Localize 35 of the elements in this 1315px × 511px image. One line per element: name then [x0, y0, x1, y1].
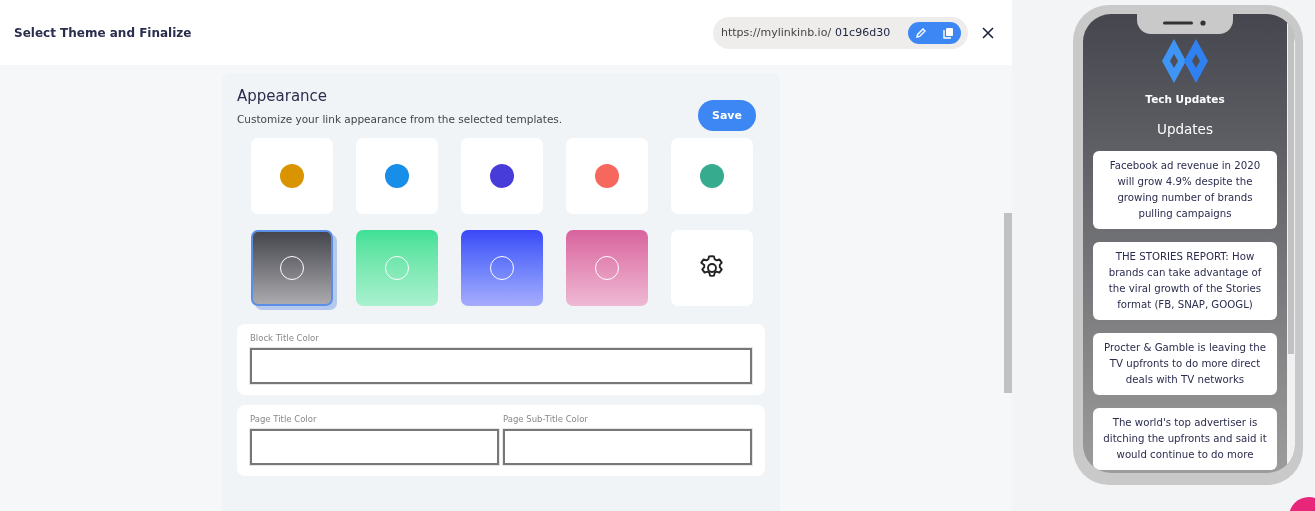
theme-swatch[interactable]	[356, 138, 438, 214]
theme-swatch[interactable]	[671, 230, 753, 306]
link-card[interactable]: The world's top advertiser is ditching the upfronts and said it would continue to do more	[1093, 408, 1277, 470]
theme-swatch[interactable]	[251, 138, 333, 214]
color-input[interactable]	[250, 348, 752, 384]
section-description: Customize your link appearance from the selected templates.	[237, 113, 563, 125]
color-input[interactable]	[503, 429, 752, 465]
link-card[interactable]: THE STORIES REPORT: How brands can take advantage of the viral growth of the Stories format (FB, SNAP, GOOGL)	[1093, 242, 1277, 320]
section-heading: Updates	[1157, 121, 1213, 137]
section-title: Appearance	[237, 87, 329, 105]
url-field[interactable]: https://mylinkinb.io/ 01c96d30	[713, 16, 968, 49]
url-prefix: https://mylinkinb.io/	[721, 26, 832, 39]
theme-swatch[interactable]	[461, 138, 543, 214]
link-card[interactable]: Facebook ad revenue in 2020 will grow 4.9% despite the growing number of brands pulling campaigns	[1093, 151, 1277, 229]
url-slug: 01c96d30	[835, 26, 892, 39]
profile-title: Tech Updates	[1145, 93, 1225, 105]
theme-swatch[interactable]	[671, 138, 753, 214]
scrollbar[interactable]	[1004, 213, 1012, 393]
field-label: Page Sub-Title Color	[503, 414, 589, 424]
copy-icon[interactable]	[943, 26, 954, 39]
theme-swatch[interactable]	[356, 230, 438, 306]
color-input[interactable]	[250, 429, 499, 465]
logo-icon	[1162, 39, 1208, 83]
floating-button[interactable]	[1289, 497, 1315, 511]
speaker-icon	[1163, 20, 1207, 26]
save-button[interactable]: Save	[698, 100, 756, 131]
theme-swatch[interactable]	[461, 230, 543, 306]
field-label: Page Title Color	[250, 414, 318, 424]
link-card[interactable]: Procter & Gamble is leaving the TV upfronts to do more direct deals with TV networks	[1093, 333, 1277, 395]
theme-swatch[interactable]	[566, 230, 648, 306]
theme-swatch[interactable]	[566, 138, 648, 214]
pencil-icon[interactable]	[915, 26, 927, 39]
field-label: Block Title Color	[250, 333, 320, 343]
page-title: Select Theme and Finalize	[14, 25, 193, 40]
scrollbar[interactable]	[1288, 24, 1294, 354]
